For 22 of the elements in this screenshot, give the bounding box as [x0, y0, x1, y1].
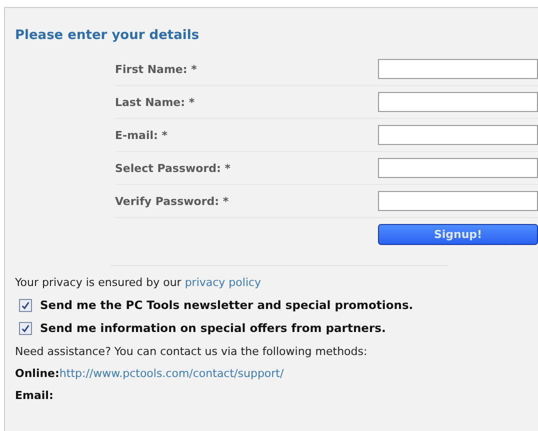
privacy-text: Your privacy is ensured by our privacy policy: [15, 276, 262, 289]
field-label: Verify Password: *: [115, 194, 229, 208]
signup-button[interactable]: Signup!: [378, 224, 538, 244]
input-field[interactable]: [378, 125, 538, 145]
input-field[interactable]: [378, 92, 538, 112]
checkbox-label: Send me information on special offers from partners.: [40, 321, 386, 335]
input-field[interactable]: [378, 191, 538, 211]
field-label: First Name: *: [115, 62, 197, 76]
checkbox[interactable]: [19, 322, 32, 334]
assistance-text: Need assistance? You can contact us via the following methods:: [15, 345, 368, 358]
input-field[interactable]: [378, 158, 538, 178]
input-field[interactable]: [378, 59, 538, 79]
field-label: Select Password: *: [115, 162, 231, 174]
field-label: E-mail: *: [115, 128, 168, 142]
checkbox[interactable]: [19, 298, 32, 312]
field-label: Last Name: *: [115, 96, 195, 108]
contact-link[interactable]: http://www.pctools.com/contact/support/: [59, 367, 284, 380]
form-heading: Please enter your details: [15, 28, 200, 43]
checkbox-label: Send me the PC Tools newsletter and special promotions.: [40, 298, 414, 312]
privacy-link[interactable]: privacy policy: [184, 276, 262, 289]
contact-label: Email:: [15, 389, 54, 402]
contact-label: Online:: [15, 367, 60, 380]
